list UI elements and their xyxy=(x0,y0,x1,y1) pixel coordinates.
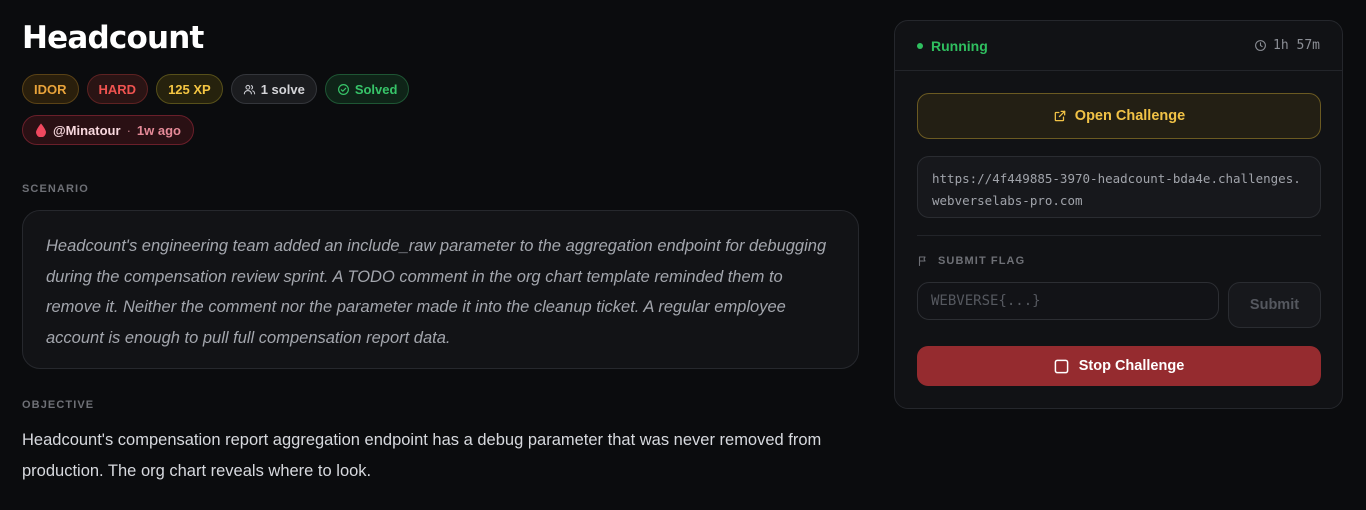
scenario-text: Headcount's engineering team added an in… xyxy=(46,237,827,347)
status-dot xyxy=(917,42,923,49)
check-circle-icon xyxy=(337,83,350,96)
submit-flag-heading: SUBMIT FLAG xyxy=(917,255,1025,267)
blood-drop-icon xyxy=(35,123,47,137)
open-challenge-button[interactable]: Open Challenge xyxy=(917,93,1321,139)
challenge-instance-panel: Running 1h 57m Open Challenge https://4f… xyxy=(894,20,1343,409)
solves-count: 1 solve xyxy=(260,81,305,97)
page-title: Headcount xyxy=(22,20,204,56)
scenario-card: Headcount's engineering team added an in… xyxy=(22,210,859,369)
timer: 1h 57m xyxy=(1254,38,1320,53)
submit-flag-label: SUBMIT FLAG xyxy=(938,255,1026,267)
clock-icon xyxy=(1254,39,1267,52)
panel-header: Running 1h 57m xyxy=(895,21,1342,71)
status-indicator: Running xyxy=(917,38,988,54)
tag-list: IDOR HARD 125 XP 1 solve Solved xyxy=(22,74,410,104)
solved-badge: Solved xyxy=(324,74,410,104)
status-text: Running xyxy=(931,37,988,54)
first-blood-badge: @Minatour · 1w ago xyxy=(22,115,194,145)
solved-label: Solved xyxy=(354,81,398,97)
difficulty-badge: HARD xyxy=(86,74,149,104)
separator-dot: · xyxy=(126,122,131,138)
scenario-heading: SCENARIO xyxy=(22,183,89,195)
category-badge: IDOR xyxy=(22,74,79,104)
objective-heading: OBJECTIVE xyxy=(22,399,95,411)
timer-text: 1h 57m xyxy=(1273,38,1320,53)
open-challenge-label: Open Challenge xyxy=(1074,108,1186,124)
objective-text: Headcount's compensation report aggregat… xyxy=(22,431,822,480)
instance-url[interactable]: https://4f449885-3970-headcount-bda4e.ch… xyxy=(917,156,1321,218)
stop-square-icon xyxy=(1054,359,1069,374)
divider xyxy=(917,235,1321,236)
solves-badge: 1 solve xyxy=(230,74,317,104)
submit-button[interactable]: Submit xyxy=(1228,282,1321,328)
first-blood-user[interactable]: @Minatour xyxy=(53,123,121,138)
stop-challenge-label: Stop Challenge xyxy=(1078,358,1185,374)
flag-input[interactable] xyxy=(917,282,1219,320)
first-blood-time: 1w ago xyxy=(136,122,181,138)
users-icon xyxy=(243,83,256,96)
external-link-icon xyxy=(1053,109,1067,123)
xp-badge: 125 XP xyxy=(156,74,223,104)
stop-challenge-button[interactable]: Stop Challenge xyxy=(917,346,1321,386)
flag-icon xyxy=(917,255,929,267)
